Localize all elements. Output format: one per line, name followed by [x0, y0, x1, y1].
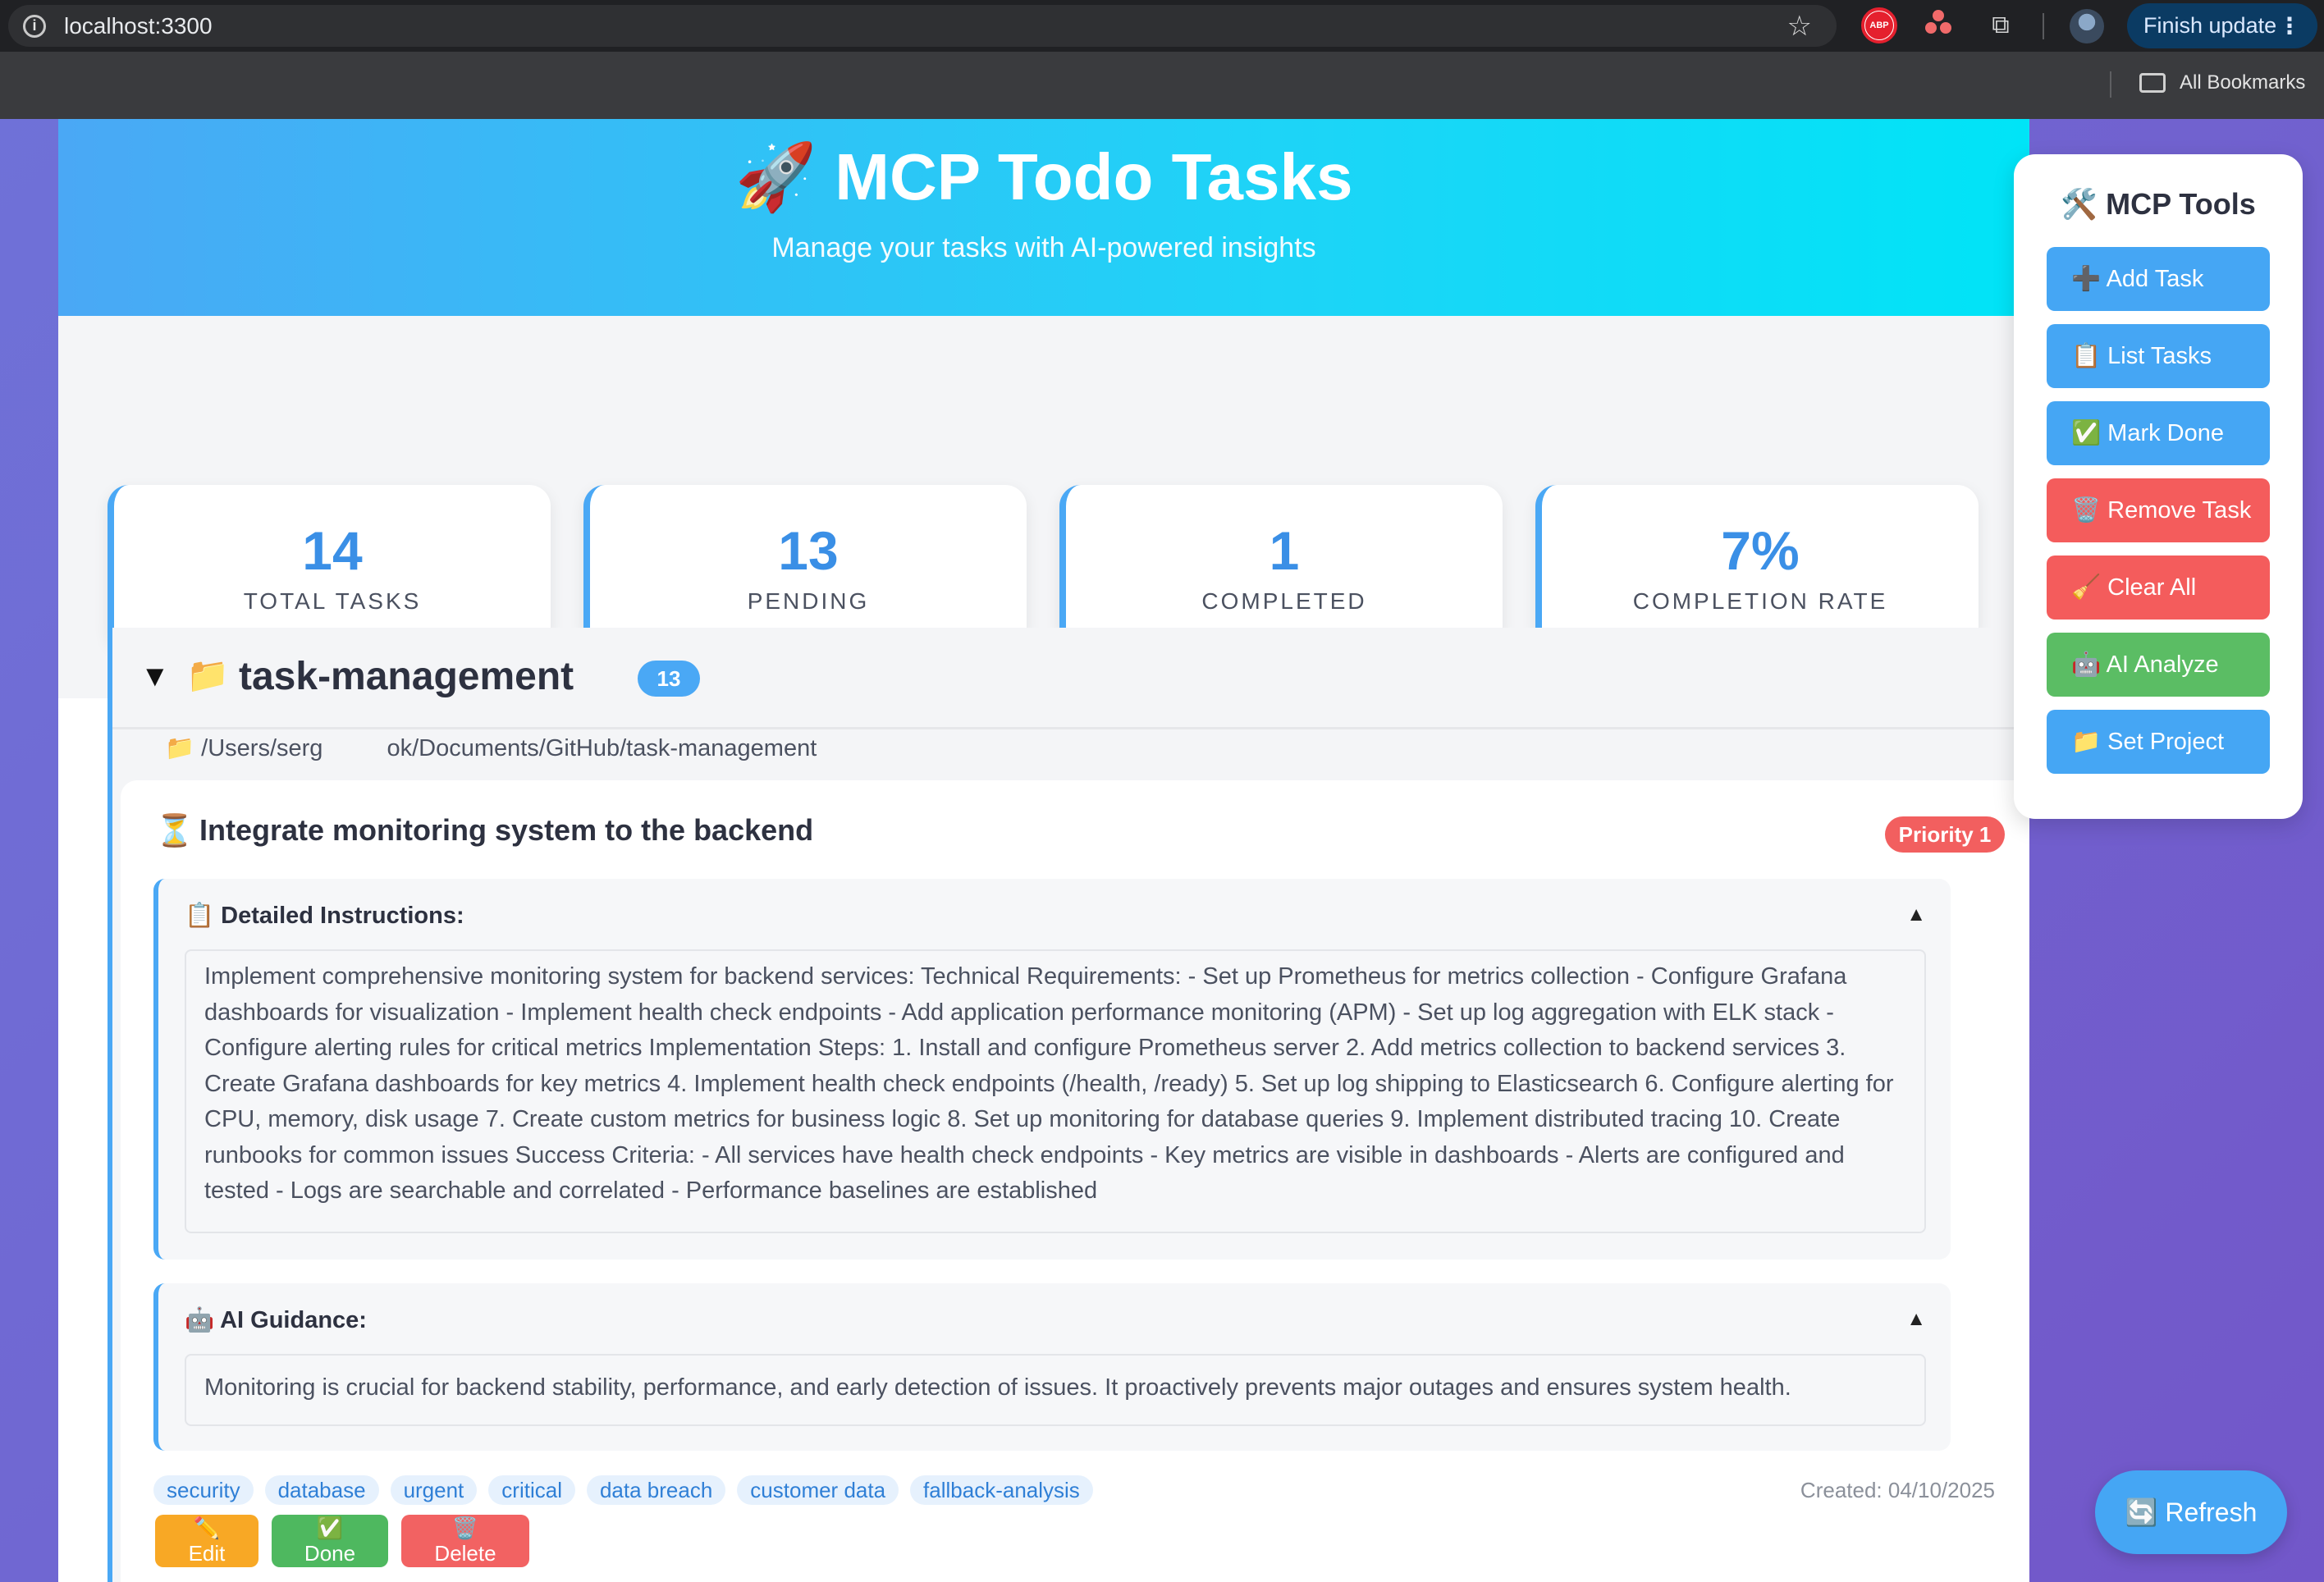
instructions-header: 📋 Detailed Instructions: — [185, 903, 464, 929]
asana-extension-icon[interactable] — [1922, 8, 1955, 43]
mcp-tools-panel: 🛠️ MCP Tools ➕ Add Task 📋 List Tasks ✅ M… — [2014, 154, 2303, 819]
stat-card-total: 14 TOTAL TASKS — [108, 485, 551, 649]
mcp-tools-title: 🛠️ MCP Tools — [2061, 187, 2256, 221]
project-path: 📁 /Users/serg ok/Documents/GitHub/task-ma… — [165, 735, 817, 761]
project-name: task-management — [239, 655, 574, 698]
task-count-badge: 13 — [638, 661, 700, 697]
ai-analyze-button[interactable]: 🤖 AI Analyze — [2047, 633, 2270, 697]
bookmarks-divider — [2110, 71, 2111, 98]
stat-label: TOTAL TASKS — [243, 588, 422, 614]
folder-icon[interactable] — [2139, 73, 2166, 93]
kebab-menu-icon[interactable]: ⋮ — [2278, 12, 2301, 39]
created-date: Created: 04/10/2025 — [1800, 1478, 1995, 1502]
stat-card-completed: 1 COMPLETED — [1059, 485, 1503, 649]
stat-value: 1 — [1269, 520, 1300, 581]
project-header[interactable]: ▼ 📁 task-management 13 — [112, 628, 2029, 729]
address-bar[interactable]: i localhost:3300 ☆ — [8, 5, 1837, 47]
set-project-button[interactable]: 📁 Set Project — [2047, 710, 2270, 774]
hourglass-icon: ⏳ — [155, 814, 194, 848]
stat-label: COMPLETED — [1201, 588, 1367, 614]
stat-card-completion-rate: 7% COMPLETION RATE — [1535, 485, 1979, 649]
page-title: 🚀 MCP Todo Tasks — [734, 140, 1353, 213]
app-container: 🚀 MCP Todo Tasks Manage your tasks with … — [58, 119, 2029, 1582]
stat-value: 13 — [778, 520, 839, 581]
bookmarks-bar: All Bookmarks — [0, 52, 2324, 119]
tag[interactable]: fallback-analysis — [910, 1475, 1093, 1505]
header-banner: 🚀 MCP Todo Tasks Manage your tasks with … — [58, 119, 2029, 316]
tag-list: security database urgent critical data b… — [153, 1475, 1093, 1505]
collapse-toggle-icon[interactable]: ▼ — [140, 659, 170, 693]
collapse-caret-icon[interactable]: ▲ — [1906, 903, 1926, 926]
ai-guidance-header: 🤖 AI Guidance: — [185, 1307, 367, 1333]
project-group: ▼ 📁 task-management 13 📁 /Users/serg ok/D… — [108, 628, 2029, 1582]
page-subtitle: Manage your tasks with AI-powered insigh… — [771, 232, 1316, 263]
done-button[interactable]: ✅ Done — [272, 1515, 388, 1567]
tag[interactable]: database — [264, 1475, 379, 1505]
clear-all-button[interactable]: 🧹 Clear All — [2047, 556, 2270, 620]
finish-update-button[interactable]: Finish update ⋮ — [2127, 3, 2317, 48]
task-title: Integrate monitoring system to the backe… — [199, 813, 814, 847]
tag[interactable]: customer data — [737, 1475, 899, 1505]
instructions-panel: 📋 Detailed Instructions: ▲ Implement com… — [153, 879, 1951, 1260]
bookmark-star-icon[interactable]: ☆ — [1787, 10, 1812, 43]
priority-badge: Priority 1 — [1885, 816, 2005, 853]
delete-button[interactable]: 🗑️ Delete — [401, 1515, 529, 1567]
tag[interactable]: urgent — [390, 1475, 478, 1505]
edit-button[interactable]: ✏️ Edit — [155, 1515, 258, 1567]
tag[interactable]: data breach — [586, 1475, 726, 1505]
task-card: ⏳ Integrate monitoring system to the bac… — [121, 780, 2029, 1582]
toolbar-divider — [2043, 13, 2044, 39]
add-task-button[interactable]: ➕ Add Task — [2047, 247, 2270, 311]
ai-guidance-text: Monitoring is crucial for backend stabil… — [185, 1354, 1926, 1426]
collapse-caret-icon[interactable]: ▲ — [1906, 1308, 1926, 1331]
stat-value: 14 — [302, 520, 363, 581]
stat-value: 7% — [1721, 520, 1800, 581]
url-text[interactable]: localhost:3300 — [64, 13, 213, 39]
list-tasks-button[interactable]: 📋 List Tasks — [2047, 324, 2270, 388]
tag[interactable]: critical — [488, 1475, 575, 1505]
stat-label: PENDING — [747, 588, 870, 614]
extensions-puzzle-icon[interactable]: ⧉ — [1984, 8, 2017, 43]
folder-icon: 📁 — [186, 656, 230, 694]
remove-task-button[interactable]: 🗑️ Remove Task — [2047, 478, 2270, 542]
profile-avatar[interactable] — [2070, 9, 2104, 43]
ai-guidance-panel: 🤖 AI Guidance: ▲ Monitoring is crucial f… — [153, 1283, 1951, 1451]
task-actions: ✏️ Edit ✅ Done 🗑️ Delete — [155, 1515, 529, 1567]
site-info-icon[interactable]: i — [23, 14, 46, 38]
redacted-area — [323, 738, 387, 761]
stat-card-pending: 13 PENDING — [583, 485, 1027, 649]
adblock-extension-icon[interactable]: ABP — [1861, 7, 1897, 43]
browser-toolbar: i localhost:3300 ☆ ABP ⧉ Finish update ⋮ — [0, 0, 2324, 52]
stat-label: COMPLETION RATE — [1632, 588, 1888, 614]
refresh-button[interactable]: 🔄 Refresh — [2095, 1470, 2287, 1554]
mark-done-button[interactable]: ✅ Mark Done — [2047, 401, 2270, 465]
all-bookmarks-link[interactable]: All Bookmarks — [2180, 71, 2305, 94]
tag[interactable]: security — [153, 1475, 254, 1505]
instructions-text: Implement comprehensive monitoring syste… — [185, 949, 1926, 1233]
